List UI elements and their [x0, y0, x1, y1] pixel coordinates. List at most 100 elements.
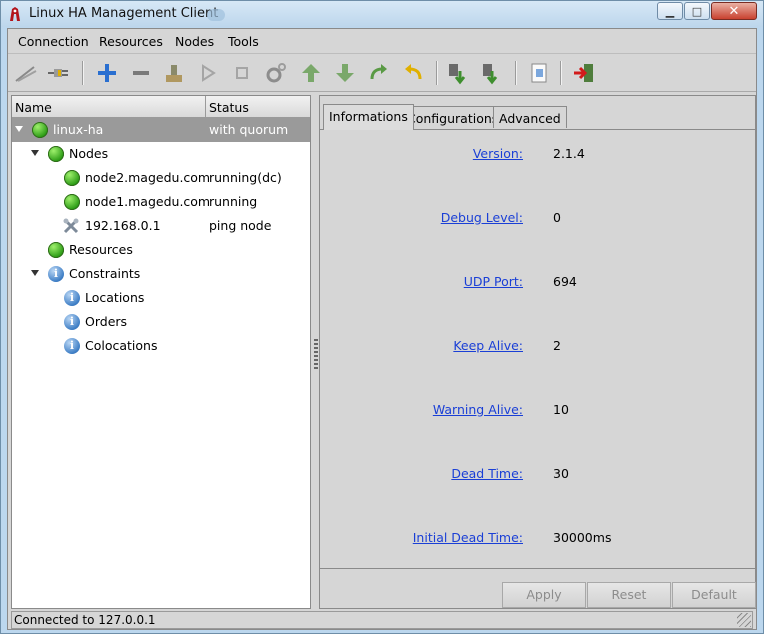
maximize-button[interactable]: □ [684, 2, 710, 20]
initial-dead-time-label[interactable]: Initial Dead Time: [413, 530, 523, 545]
title-bar[interactable]: Linux HA Management Client ▁ □ ✕ [1, 1, 763, 27]
green-status-icon [64, 170, 80, 186]
tree-row-node2[interactable]: node2.magedu.com running(dc) [12, 166, 310, 190]
resize-grip[interactable] [737, 613, 751, 627]
tools-icon [63, 218, 79, 234]
tree-row-ping-node[interactable]: 192.168.0.1 ping node [12, 214, 310, 238]
version-label[interactable]: Version: [473, 146, 523, 161]
keep-alive-label[interactable]: Keep Alive: [453, 338, 523, 353]
tab-advanced[interactable]: Advanced [493, 106, 567, 128]
info-icon: i [64, 314, 80, 330]
initial-dead-time-value: 30000ms [553, 530, 612, 545]
green-status-icon [64, 194, 80, 210]
close-button[interactable]: ✕ [711, 2, 757, 20]
keep-alive-value: 2 [553, 338, 561, 353]
move-down-icon[interactable] [333, 61, 357, 85]
udp-port-label[interactable]: UDP Port: [464, 274, 523, 289]
tree-row-locations[interactable]: i Locations [12, 286, 310, 310]
tree-status: running [209, 194, 258, 209]
menu-tools[interactable]: Tools [228, 34, 259, 49]
toolbar [8, 55, 756, 92]
tree-status: with quorum [209, 122, 289, 137]
dead-time-label[interactable]: Dead Time: [451, 466, 523, 481]
tree-label: Colocations [85, 338, 158, 353]
stop-icon[interactable] [230, 61, 254, 85]
toolbar-separator [82, 61, 84, 85]
standby-icon[interactable] [446, 61, 470, 85]
tree-row-nodes[interactable]: Nodes [12, 142, 310, 166]
info-icon: i [64, 290, 80, 306]
tree-label: Resources [69, 242, 133, 257]
active-icon[interactable] [480, 61, 504, 85]
warning-alive-label[interactable]: Warning Alive: [433, 402, 523, 417]
status-bar: Connected to 127.0.0.1 [11, 611, 753, 629]
start-icon[interactable] [196, 61, 220, 85]
reset-button[interactable]: Reset [587, 582, 671, 608]
informations-panel: Version: 2.1.4 Debug Level: 0 UDP Port: … [320, 129, 755, 569]
tree-status: ping node [209, 218, 272, 233]
dead-time-value: 30 [553, 466, 569, 481]
tree-label: linux-ha [53, 122, 104, 137]
pane-splitter-handle[interactable] [314, 339, 318, 369]
remove-icon[interactable] [129, 61, 153, 85]
info-icon: i [64, 338, 80, 354]
version-value: 2.1.4 [553, 146, 585, 161]
redo-icon[interactable] [367, 61, 391, 85]
menu-bar: Connection Resources Nodes Tools [8, 29, 756, 54]
tree-row-node1[interactable]: node1.magedu.com running [12, 190, 310, 214]
tree-row-constraints[interactable]: i Constraints [12, 262, 310, 286]
undo-icon[interactable] [401, 61, 425, 85]
view-xml-icon[interactable] [527, 61, 551, 85]
green-status-icon [32, 122, 48, 138]
minimize-button[interactable]: ▁ [657, 2, 683, 20]
details-panel: Informations Configurations Advanced Ver… [319, 95, 756, 609]
client-area: Connection Resources Nodes Tools Name St… [7, 28, 757, 630]
tab-informations[interactable]: Informations [323, 104, 414, 130]
add-icon[interactable] [95, 61, 119, 85]
menu-resources[interactable]: Resources [99, 34, 163, 49]
toolbar-separator [560, 61, 562, 85]
tree-label: Constraints [69, 266, 141, 281]
expand-arrow-icon[interactable] [31, 150, 39, 156]
tree-label: node2.magedu.com [85, 170, 211, 185]
menu-nodes[interactable]: Nodes [175, 34, 214, 49]
linux-ha-logo-icon [10, 7, 20, 21]
green-status-icon [48, 146, 64, 162]
default-button[interactable]: Default [672, 582, 756, 608]
title-decoration [207, 9, 225, 21]
tree-row-linux-ha[interactable]: linux-ha with quorum [12, 118, 310, 142]
debug-level-label[interactable]: Debug Level: [441, 210, 523, 225]
green-status-icon [48, 242, 64, 258]
toolbar-separator [436, 61, 438, 85]
tree-row-resources[interactable]: Resources [12, 238, 310, 262]
tree-row-colocations[interactable]: i Colocations [12, 334, 310, 358]
disconnect-icon[interactable] [46, 61, 70, 85]
exit-icon[interactable] [572, 61, 596, 85]
tree-label: Locations [85, 290, 145, 305]
tree-row-orders[interactable]: i Orders [12, 310, 310, 334]
tree-label: Orders [85, 314, 128, 329]
cleanup-icon[interactable] [162, 61, 186, 85]
expand-arrow-icon[interactable] [15, 126, 23, 132]
tree-label: Nodes [69, 146, 109, 161]
status-text: Connected to 127.0.0.1 [14, 613, 156, 627]
app-window: Linux HA Management Client ▁ □ ✕ Connect… [0, 0, 764, 634]
menu-connection[interactable]: Connection [18, 34, 89, 49]
column-header-name[interactable]: Name [12, 96, 206, 118]
connect-icon[interactable] [14, 61, 38, 85]
cluster-tree-panel: Name Status linux-ha with quorum Nodes n… [11, 95, 311, 609]
warning-alive-value: 10 [553, 402, 569, 417]
move-up-icon[interactable] [299, 61, 323, 85]
apply-button[interactable]: Apply [502, 582, 586, 608]
info-icon: i [48, 266, 64, 282]
settings-icon[interactable] [264, 61, 288, 85]
window-title: Linux HA Management Client [29, 6, 219, 21]
debug-level-value: 0 [553, 210, 561, 225]
toolbar-separator [515, 61, 517, 85]
tree-status: running(dc) [209, 170, 282, 185]
tab-configurations[interactable]: Configurations [401, 106, 505, 128]
expand-arrow-icon[interactable] [31, 270, 39, 276]
column-header-status[interactable]: Status [206, 96, 310, 118]
tree-label: node1.magedu.com [85, 194, 211, 209]
udp-port-value: 694 [553, 274, 577, 289]
